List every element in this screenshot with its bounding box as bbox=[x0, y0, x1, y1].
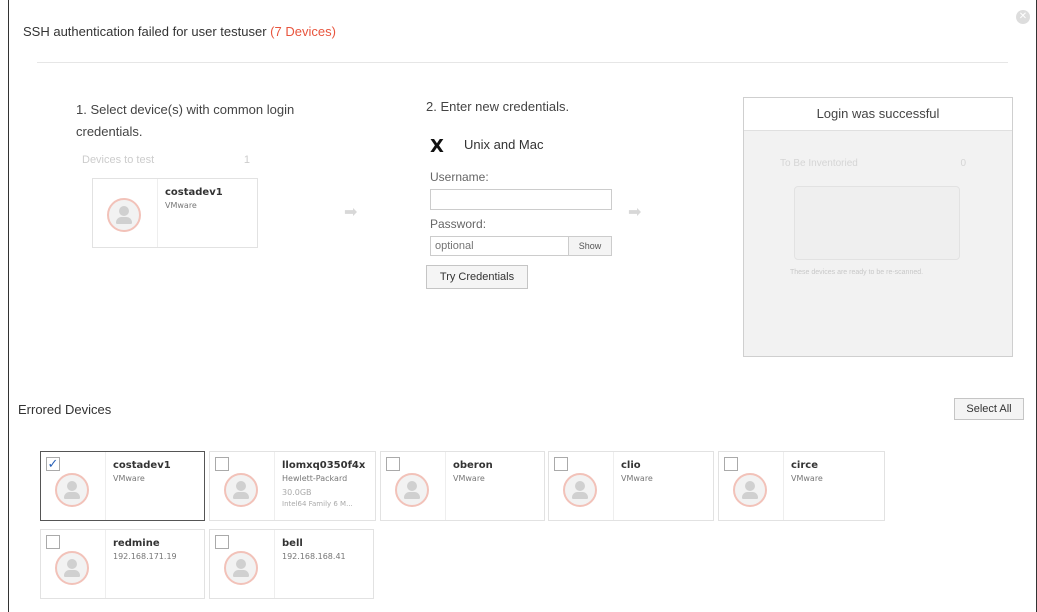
device-checkbox[interactable] bbox=[554, 457, 568, 471]
dialog-title-text: SSH authentication failed for user testu… bbox=[23, 24, 267, 39]
device-subtitle: 192.168.168.41 bbox=[282, 552, 346, 561]
device-checkbox[interactable] bbox=[724, 457, 738, 471]
arrow-right-icon: ➡ bbox=[344, 204, 358, 221]
try-credentials-button[interactable]: Try Credentials bbox=[426, 265, 528, 289]
device-subtitle: 192.168.171.19 bbox=[113, 552, 177, 561]
device-thumb bbox=[210, 452, 275, 520]
password-label: Password: bbox=[430, 217, 487, 231]
test-device-card[interactable]: costadev1 VMware bbox=[92, 178, 258, 248]
device-name: oberon bbox=[453, 460, 493, 471]
show-password-button[interactable]: Show bbox=[568, 236, 612, 256]
device-thumb bbox=[210, 530, 275, 598]
device-thumb bbox=[549, 452, 614, 520]
device-name: circe bbox=[791, 460, 818, 471]
device-count: (7 Devices) bbox=[270, 24, 336, 39]
dialog-title: SSH authentication failed for user testu… bbox=[23, 24, 336, 39]
device-checkbox[interactable] bbox=[386, 457, 400, 471]
arrow-right-icon: ➡ bbox=[628, 204, 642, 221]
device-avatar-icon bbox=[55, 473, 89, 507]
login-result-heading: Login was successful bbox=[744, 98, 1012, 131]
device-name: llomxq0350f4x bbox=[282, 460, 366, 471]
device-thumb bbox=[93, 179, 158, 247]
device-storage: 30.0GB bbox=[282, 488, 312, 497]
devices-to-test-count: 1 bbox=[243, 154, 250, 166]
device-name: costadev1 bbox=[113, 460, 171, 471]
device-name: redmine bbox=[113, 538, 160, 549]
device-subtitle: Hewlett-Packard bbox=[282, 474, 348, 483]
to-be-inventoried-label: To Be Inventoried bbox=[780, 158, 858, 169]
device-checkbox[interactable] bbox=[215, 457, 229, 471]
device-name: costadev1 bbox=[165, 187, 223, 198]
device-avatar-icon bbox=[224, 551, 258, 585]
device-cpu: Intel64 Family 6 M... bbox=[282, 500, 353, 508]
device-subtitle: VMware bbox=[113, 474, 145, 483]
device-checkbox[interactable] bbox=[46, 535, 60, 549]
divider bbox=[37, 62, 1008, 63]
errored-device-card[interactable]: bell 192.168.168.41 bbox=[209, 529, 374, 599]
device-subtitle: VMware bbox=[791, 474, 823, 483]
to-be-inventoried-header: To Be Inventoried 0 bbox=[780, 158, 966, 169]
errored-device-card[interactable]: clio VMware bbox=[548, 451, 714, 521]
password-input[interactable] bbox=[430, 236, 569, 256]
device-thumb: ✓ bbox=[41, 452, 106, 520]
login-result-panel: Login was successful To Be Inventoried 0… bbox=[743, 97, 1013, 357]
device-avatar-icon bbox=[395, 473, 429, 507]
device-subtitle: VMware bbox=[621, 474, 653, 483]
errored-device-card[interactable]: llomxq0350f4x Hewlett-Packard 30.0GB Intel6… bbox=[209, 451, 376, 521]
device-name: bell bbox=[282, 538, 303, 549]
devices-to-test-header: Devices to test 1 bbox=[82, 154, 250, 166]
result-note: These devices are ready to be re-scanned… bbox=[790, 269, 924, 276]
device-avatar-icon bbox=[563, 473, 597, 507]
device-subtitle: VMware bbox=[453, 474, 485, 483]
errored-devices-heading: Errored Devices bbox=[18, 402, 112, 417]
close-icon[interactable]: ✕ bbox=[1016, 10, 1030, 24]
device-thumb bbox=[719, 452, 784, 520]
device-avatar-icon bbox=[733, 473, 767, 507]
device-thumb bbox=[41, 530, 106, 598]
x-logo-icon: X bbox=[430, 136, 444, 157]
errored-device-card[interactable]: ✓ costadev1 VMware bbox=[40, 451, 205, 521]
inventory-dropzone bbox=[794, 186, 960, 260]
device-checkbox[interactable]: ✓ bbox=[46, 457, 60, 471]
step1-heading: 1. Select device(s) with common login cr… bbox=[76, 102, 295, 139]
os-label: Unix and Mac bbox=[464, 137, 544, 152]
errored-device-card[interactable]: circe VMware bbox=[718, 451, 885, 521]
device-thumb bbox=[381, 452, 446, 520]
devices-to-test-label: Devices to test bbox=[82, 154, 155, 166]
device-avatar-icon bbox=[55, 551, 89, 585]
select-all-button[interactable]: Select All bbox=[954, 398, 1024, 420]
username-input[interactable] bbox=[430, 189, 612, 210]
to-be-inventoried-count: 0 bbox=[960, 158, 966, 169]
errored-device-card[interactable]: redmine 192.168.171.19 bbox=[40, 529, 205, 599]
device-name: clio bbox=[621, 460, 641, 471]
step2-heading: 2. Enter new credentials. bbox=[426, 99, 570, 114]
device-avatar-icon bbox=[107, 198, 141, 232]
username-label: Username: bbox=[430, 170, 489, 184]
device-avatar-icon bbox=[224, 473, 258, 507]
errored-device-card[interactable]: oberon VMware bbox=[380, 451, 545, 521]
device-vendor: VMware bbox=[165, 201, 197, 210]
device-checkbox[interactable] bbox=[215, 535, 229, 549]
